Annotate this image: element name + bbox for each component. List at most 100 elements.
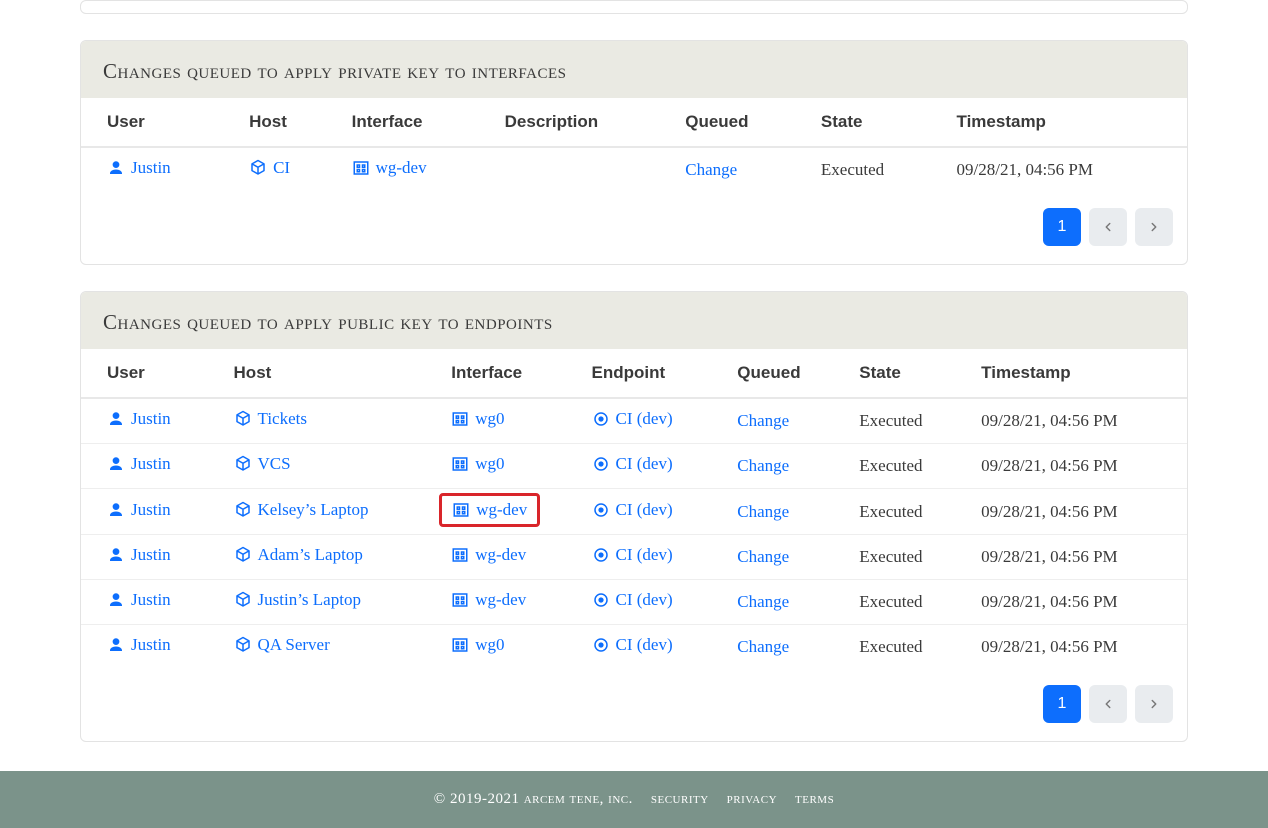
interface-link[interactable]: wg0 bbox=[451, 454, 504, 474]
board-icon bbox=[452, 501, 470, 519]
board-icon bbox=[451, 636, 469, 654]
user-link[interactable]: Justin bbox=[107, 545, 171, 565]
endpoint-link[interactable]: CI (dev) bbox=[592, 409, 673, 429]
interface-link[interactable]: wg0 bbox=[451, 409, 504, 429]
footer-copyright: © 2019-2021 arcem tene, inc. bbox=[434, 791, 633, 808]
endpoint-link[interactable]: CI (dev) bbox=[592, 454, 673, 474]
timestamp-text: 09/28/21, 04:56 PM bbox=[981, 637, 1118, 656]
state-text: Executed bbox=[859, 456, 922, 475]
chevron-right-icon bbox=[1145, 695, 1163, 713]
queued-change-link[interactable]: Change bbox=[737, 637, 789, 656]
user-link[interactable]: Justin bbox=[107, 158, 171, 178]
col-state: State bbox=[845, 349, 967, 398]
interface-name: wg-dev bbox=[475, 545, 526, 565]
col-host: Host bbox=[220, 349, 438, 398]
cube-icon bbox=[234, 455, 252, 473]
timestamp-text: 09/28/21, 04:56 PM bbox=[981, 547, 1118, 566]
queued-change-link[interactable]: Change bbox=[737, 502, 789, 521]
timestamp-text: 09/28/21, 04:56 PM bbox=[981, 411, 1118, 430]
col-queued: Queued bbox=[671, 98, 807, 147]
panel-title: changes queued to apply private key to i… bbox=[81, 41, 1187, 98]
pagination-b: 1 bbox=[81, 669, 1187, 741]
host-link[interactable]: Tickets bbox=[234, 409, 307, 429]
user-link[interactable]: Justin bbox=[107, 590, 171, 610]
col-queued: Queued bbox=[723, 349, 845, 398]
endpoint-link[interactable]: CI (dev) bbox=[592, 545, 673, 565]
page-prev[interactable] bbox=[1089, 208, 1127, 246]
interface-link[interactable]: wg-dev bbox=[451, 590, 526, 610]
interface-link[interactable]: wg-dev bbox=[352, 158, 427, 178]
person-icon bbox=[107, 591, 125, 609]
queued-change-link[interactable]: Change bbox=[737, 411, 789, 430]
col-interface: Interface bbox=[338, 98, 491, 147]
cube-icon bbox=[234, 546, 252, 564]
footer-link-security[interactable]: security bbox=[651, 791, 709, 808]
state-text: Executed bbox=[821, 160, 884, 179]
footer-link-privacy[interactable]: privacy bbox=[727, 791, 777, 808]
queued-change-link[interactable]: Change bbox=[737, 456, 789, 475]
endpoint-link[interactable]: CI (dev) bbox=[592, 590, 673, 610]
table-row: Justin Adam’s Laptop wg-dev CI (dev) Cha… bbox=[81, 535, 1187, 580]
queued-change-link[interactable]: Change bbox=[737, 547, 789, 566]
user-link[interactable]: Justin bbox=[107, 635, 171, 655]
col-endpoint: Endpoint bbox=[578, 349, 724, 398]
host-link[interactable]: Kelsey’s Laptop bbox=[234, 500, 369, 520]
host-name: Adam’s Laptop bbox=[258, 545, 363, 565]
queued-change-link[interactable]: Change bbox=[737, 592, 789, 611]
pagination-a: 1 bbox=[81, 192, 1187, 264]
table-private-key: User Host Interface Description Queued S… bbox=[81, 98, 1187, 192]
user-link[interactable]: Justin bbox=[107, 409, 171, 429]
person-icon bbox=[107, 159, 125, 177]
panel-title: changes queued to apply public key to en… bbox=[81, 292, 1187, 349]
host-link[interactable]: VCS bbox=[234, 454, 291, 474]
state-text: Executed bbox=[859, 411, 922, 430]
endpoint-link[interactable]: CI (dev) bbox=[592, 500, 673, 520]
interface-name: wg0 bbox=[475, 454, 504, 474]
interface-name: wg-dev bbox=[475, 590, 526, 610]
page-next[interactable] bbox=[1135, 208, 1173, 246]
table-row: Justin Justin’s Laptop wg-dev CI (dev) C… bbox=[81, 580, 1187, 625]
board-icon bbox=[352, 159, 370, 177]
timestamp-text: 09/28/21, 04:56 PM bbox=[981, 456, 1118, 475]
panel-title-text: changes queued to apply public key to en… bbox=[103, 310, 553, 334]
interface-name: wg-dev bbox=[376, 158, 427, 178]
page-current[interactable]: 1 bbox=[1043, 685, 1081, 723]
user-name: Justin bbox=[131, 635, 171, 655]
panel-public-key-endpoints: changes queued to apply public key to en… bbox=[80, 291, 1188, 742]
queued-change-link[interactable]: Change bbox=[685, 160, 737, 179]
interface-link-highlighted[interactable]: wg-dev bbox=[439, 493, 540, 527]
host-name: QA Server bbox=[258, 635, 330, 655]
cube-icon bbox=[234, 410, 252, 428]
page-current[interactable]: 1 bbox=[1043, 208, 1081, 246]
user-link[interactable]: Justin bbox=[107, 454, 171, 474]
interface-name: wg0 bbox=[475, 635, 504, 655]
endpoint-link[interactable]: CI (dev) bbox=[592, 635, 673, 655]
radio-dot-icon bbox=[592, 501, 610, 519]
host-link[interactable]: Justin’s Laptop bbox=[234, 590, 361, 610]
footer-link-terms[interactable]: terms bbox=[795, 791, 834, 808]
host-name: Tickets bbox=[258, 409, 307, 429]
user-link[interactable]: Justin bbox=[107, 500, 171, 520]
host-link[interactable]: CI bbox=[249, 158, 290, 178]
user-name: Justin bbox=[131, 158, 171, 178]
panel-private-key-interfaces: changes queued to apply private key to i… bbox=[80, 40, 1188, 265]
cube-icon bbox=[234, 636, 252, 654]
page-next[interactable] bbox=[1135, 685, 1173, 723]
endpoint-name: CI (dev) bbox=[616, 635, 673, 655]
interface-link[interactable]: wg0 bbox=[451, 635, 504, 655]
board-icon bbox=[451, 410, 469, 428]
radio-dot-icon bbox=[592, 410, 610, 428]
col-description: Description bbox=[491, 98, 672, 147]
cube-icon bbox=[234, 591, 252, 609]
interface-link[interactable]: wg-dev bbox=[451, 545, 526, 565]
host-link[interactable]: QA Server bbox=[234, 635, 330, 655]
board-icon bbox=[451, 455, 469, 473]
page-prev[interactable] bbox=[1089, 685, 1127, 723]
prior-panel-edge bbox=[80, 0, 1188, 14]
user-name: Justin bbox=[131, 545, 171, 565]
interface-name: wg-dev bbox=[476, 500, 527, 520]
col-interface: Interface bbox=[437, 349, 577, 398]
radio-dot-icon bbox=[592, 546, 610, 564]
endpoint-name: CI (dev) bbox=[616, 545, 673, 565]
host-link[interactable]: Adam’s Laptop bbox=[234, 545, 363, 565]
